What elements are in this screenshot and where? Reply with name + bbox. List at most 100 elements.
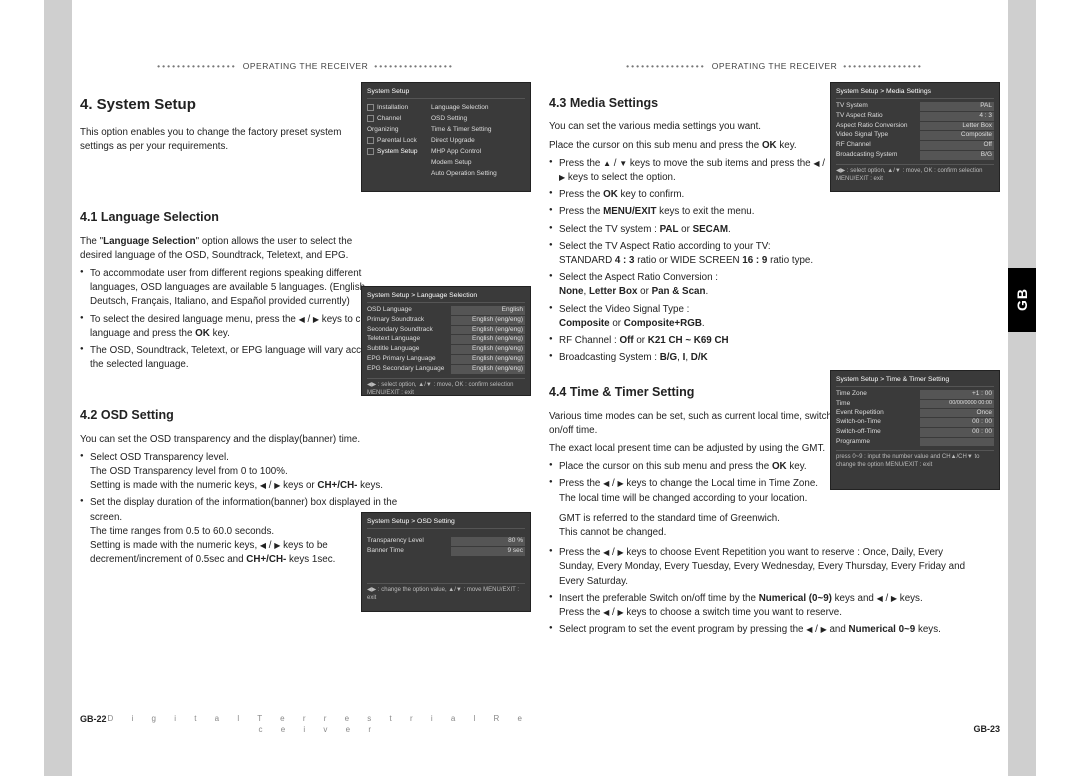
osd-intro: You can set the OSD transparency and the…	[80, 433, 370, 447]
menu-item: System Setup	[377, 148, 417, 155]
page-right: •••••••••••••••• OPERATING THE RECEIVER …	[549, 60, 1000, 736]
list-item: Broadcasting System : B/G, I, D/K	[549, 351, 829, 365]
list-item: Press the ◀ / ▶ keys to change the Local…	[549, 477, 829, 505]
list-item: Select the TV Aspect Ratio according to …	[549, 240, 829, 268]
submenu-item: Auto Operation Setting	[431, 168, 525, 179]
list-item: Insert the preferable Switch on/off time…	[549, 592, 969, 620]
field-value: English (eng/eng)	[451, 316, 525, 325]
binding-strip-left	[44, 0, 72, 776]
field-label: Time Zone	[836, 390, 920, 400]
language-tab: GB	[1008, 268, 1036, 332]
field-label: RF Channel	[836, 141, 920, 151]
field-label: EPG Primary Language	[367, 355, 451, 365]
running-header-left: •••••••••••••••• OPERATING THE RECEIVER …	[80, 60, 531, 72]
field-value: English (eng/eng)	[451, 355, 525, 364]
field-label: Video Signal Type	[836, 131, 920, 141]
ls-intro: The "Language Selection" option allows t…	[80, 235, 370, 263]
field-label: TV System	[836, 102, 920, 112]
field-value	[920, 438, 994, 446]
timer-bullets-2: Press the ◀ / ▶ keys to choose Event Rep…	[549, 546, 969, 637]
field-value: 00 : 00	[920, 428, 994, 437]
field-label: OSD Language	[367, 306, 451, 316]
submenu-item: Time & Timer Setting	[431, 124, 525, 135]
media-intro: You can set the various media settings y…	[549, 120, 839, 152]
list-item: Select OSD Transparency level. The OSD T…	[80, 451, 400, 494]
list-item: Select the Video Signal Type :Composite …	[549, 303, 829, 331]
page-number: GB-23	[973, 723, 1000, 736]
media-p1: You can set the various media settings y…	[549, 120, 839, 134]
header-dots-right-icon: ••••••••••••••••	[374, 60, 454, 72]
media-bullets: Press the ▲ / ▼ keys to move the sub ite…	[549, 157, 829, 366]
binding-strip-right	[1008, 0, 1036, 776]
field-label: EPG Secondary Language	[367, 365, 451, 375]
field-value: 00 : 00	[920, 418, 994, 427]
osd-intro-text: You can set the OSD transparency and the…	[80, 433, 370, 447]
list-item: Select the TV system : PAL or SECAM.	[549, 223, 829, 237]
field-value: Off	[920, 141, 994, 150]
screenshot-media-settings: System Setup > Media Settings TV SystemP…	[830, 82, 1000, 192]
list-item: Press the MENU/EXIT keys to exit the men…	[549, 205, 829, 219]
header-dots-right-icon: ••••••••••••••••	[843, 60, 923, 72]
list-item: Press the ◀ / ▶ keys to choose Event Rep…	[549, 546, 969, 589]
submenu-item: MHP App Control	[431, 146, 525, 157]
running-header-right: •••••••••••••••• OPERATING THE RECEIVER …	[549, 60, 1000, 72]
screenshot-system-setup: System Setup Installation Channel Organi…	[361, 82, 531, 192]
field-value: English (eng/eng)	[451, 345, 525, 354]
screenshot-footer: ◀▶ : change the option value, ▲/▼ : move…	[367, 583, 525, 602]
screenshot-title: System Setup > Language Selection	[367, 291, 525, 303]
screenshot-language-selection: System Setup > Language Selection OSD La…	[361, 286, 531, 396]
info-icon	[367, 104, 374, 111]
gear-icon	[367, 148, 374, 155]
screenshot-title: System Setup > Time & Timer Setting	[836, 375, 994, 387]
field-label: Switch-off-Time	[836, 428, 920, 438]
document-spread: GB •••••••••••••••• OPERATING THE RECEIV…	[0, 0, 1080, 776]
screenshot-footer: ◀▶ : select option, ▲/▼ : move, OK : con…	[836, 164, 994, 183]
page-footer: GB-22 D i g i t a l T e r r e s t r i a …	[80, 713, 531, 736]
two-page-spread: •••••••••••••••• OPERATING THE RECEIVER …	[80, 60, 1000, 736]
list-item: RF Channel : Off or K21 CH ~ K69 CH	[549, 334, 829, 348]
header-text: OPERATING THE RECEIVER	[712, 60, 837, 72]
field-label: Switch-on-Time	[836, 418, 920, 428]
field-value: Letter Box	[920, 122, 994, 131]
field-label: Aspect Ratio Conversion	[836, 122, 920, 132]
field-label: Banner Time	[367, 547, 451, 557]
intro-block: This option enables you to change the fa…	[80, 126, 370, 154]
list-item: To accommodate user from different regio…	[80, 267, 400, 310]
list-item: Place the cursor on this sub menu and pr…	[549, 460, 829, 474]
list-item: The OSD, Soundtrack, Teletext, or EPG la…	[80, 344, 400, 372]
field-label: Subtitle Language	[367, 345, 451, 355]
lock-icon	[367, 137, 374, 144]
list-icon	[367, 115, 374, 122]
field-value: 4 : 3	[920, 112, 994, 121]
list-item: Press the ▲ / ▼ keys to move the sub ite…	[549, 157, 829, 185]
header-text: OPERATING THE RECEIVER	[243, 60, 368, 72]
field-value: +1 : 00	[920, 390, 994, 399]
menu-item: Installation	[377, 104, 408, 111]
footer-descriptor	[549, 723, 973, 736]
field-value: Composite	[920, 131, 994, 140]
field-value: 80 %	[451, 537, 525, 546]
timer-p2: The exact local present time can be adju…	[549, 442, 839, 456]
gmt-note: GMT is referred to the standard time of …	[549, 512, 869, 540]
screenshot-title: System Setup > OSD Setting	[367, 517, 525, 529]
field-value: Once	[920, 409, 994, 418]
timer-intro: Various time modes can be set, such as c…	[549, 410, 839, 457]
field-label: Programme	[836, 438, 920, 447]
field-label: Teletext Language	[367, 335, 451, 345]
timer-p1: Various time modes can be set, such as c…	[549, 410, 839, 438]
list-item: Select program to set the event program …	[549, 623, 969, 637]
submenu-item: OSD Setting	[431, 113, 525, 124]
field-value: 9 sec	[451, 547, 525, 556]
field-value: B/G	[920, 151, 994, 160]
ls-bullets: To accommodate user from different regio…	[80, 267, 400, 372]
field-label: TV Aspect Ratio	[836, 112, 920, 122]
submenu-item: Direct Upgrade	[431, 135, 525, 146]
subsection-heading: 4.2 OSD Setting	[80, 406, 531, 424]
page-number: GB-22	[80, 713, 107, 736]
list-item: Press the OK key to confirm.	[549, 188, 829, 202]
screenshot-footer: press 0~9 : input the number value and C…	[836, 450, 994, 469]
list-item: Set the display duration of the informat…	[80, 496, 400, 567]
field-label: Secondary Soundtrack	[367, 326, 451, 336]
field-label: Time	[836, 400, 920, 409]
field-label: Primary Soundtrack	[367, 316, 451, 326]
